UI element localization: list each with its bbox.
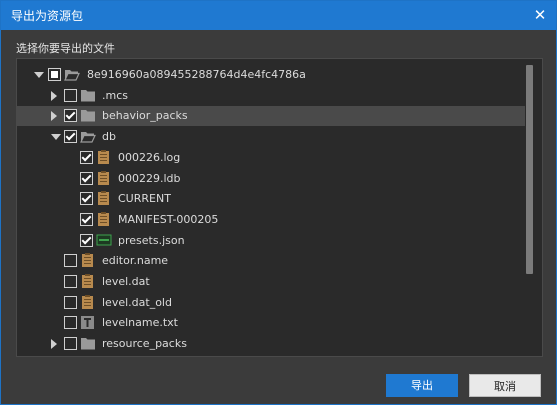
tree-item-label: 000226.log [118,150,181,164]
folder-icon [80,88,96,103]
tree-row[interactable]: editor.name [17,251,525,271]
folder-icon [80,336,96,351]
tree-item-label: 000229.ldb [118,171,181,185]
tree-row[interactable]: resource_packs [17,334,525,354]
tree-item-label: presets.json [118,233,185,247]
tree-item-label: level.dat_old [102,295,172,309]
file-icon [96,191,112,206]
file-tree[interactable]: 8e916960a089455288764d4e4fc4786a .mcs beha… [16,58,543,357]
close-icon[interactable]: ✕ [530,5,550,25]
file-icon [80,294,96,310]
tree-row[interactable]: MANIFEST-000205 [17,210,525,230]
tree-item-label: 8e916960a089455288764d4e4fc4786a [87,68,306,81]
tree-item-label: behavior_packs [102,109,188,123]
tree-item-label: CURRENT [118,192,171,206]
tree-checkbox[interactable] [64,295,77,309]
expanded-arrow-icon[interactable] [51,134,61,141]
collapsed-arrow-icon[interactable] [51,339,57,350]
folder-icon [80,108,96,123]
folder-open-icon [80,129,96,144]
tree-row[interactable]: CURRENT [17,189,525,209]
cancel-button[interactable]: 取消 [469,374,541,397]
tree-checkbox[interactable] [80,150,93,164]
file-icon [96,211,112,227]
tree-row[interactable]: 8e916960a089455288764d4e4fc4786a [17,65,525,85]
folder-open-icon [64,67,80,82]
file-icon [96,170,112,186]
tree-item-label: MANIFEST-000205 [118,212,219,226]
tree-item-label: editor.name [102,254,169,268]
tree-row[interactable]: behavior_packs [17,106,525,127]
tree-item-label: resource_packs [102,337,187,351]
tree-checkbox[interactable] [80,192,93,206]
json-file-icon [96,233,112,248]
dialog-title: 导出为资源包 [11,9,84,23]
tree-row[interactable]: db [17,127,525,147]
tree-row[interactable]: .mcs [17,86,525,106]
tree-checkbox[interactable] [80,171,93,185]
tree-checkbox[interactable] [80,212,93,226]
file-icon [96,149,112,165]
export-button[interactable]: 导出 [386,374,458,397]
tree-row[interactable]: 000226.log [17,148,525,168]
export-resource-pack-dialog: 导出为资源包 ✕ 选择你要导出的文件 8e916960a089455288764… [0,0,557,405]
tree-checkbox[interactable] [48,68,61,81]
title-bar: 导出为资源包 ✕ [1,1,556,30]
file-icon [80,253,96,268]
scrollbar-thumb[interactable] [526,65,533,274]
tree-checkbox[interactable] [64,109,77,123]
text-file-icon [80,315,96,330]
tree-checkbox[interactable] [80,233,93,247]
tree-checkbox[interactable] [64,316,77,330]
tree-row[interactable]: 000229.ldb [17,169,525,189]
tree-row[interactable]: level.dat [17,272,525,292]
file-icon [80,274,96,289]
tree-item-label: levelname.txt [102,316,178,330]
tree-checkbox[interactable] [64,130,77,144]
tree-row[interactable]: level.dat_old [17,293,525,313]
tree-row[interactable]: levelname.txt [17,313,525,333]
tree-checkbox[interactable] [64,275,77,288]
collapsed-arrow-icon[interactable] [51,111,57,122]
tree-item-label: level.dat [102,275,150,288]
tree-row[interactable]: presets.json [17,231,525,251]
collapsed-arrow-icon[interactable] [51,90,57,101]
tree-item-label: .mcs [102,88,128,102]
tree-checkbox[interactable] [64,254,77,268]
prompt-label: 选择你要导出的文件 [16,42,115,55]
tree-checkbox[interactable] [64,88,77,102]
tree-checkbox[interactable] [64,337,77,351]
expanded-arrow-icon[interactable] [34,72,44,78]
tree-item-label: db [102,130,116,144]
